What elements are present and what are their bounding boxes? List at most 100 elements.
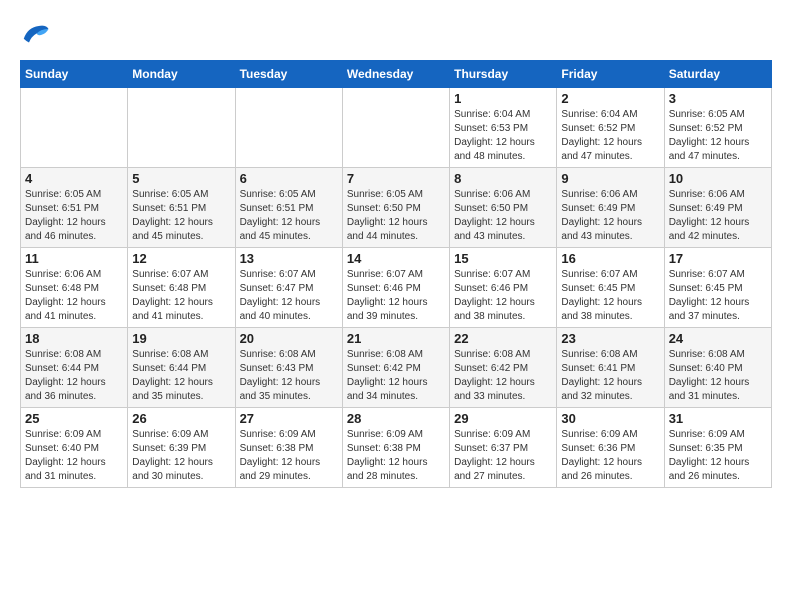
day-header-monday: Monday [128,61,235,88]
day-cell: 9Sunrise: 6:06 AM Sunset: 6:49 PM Daylig… [557,168,664,248]
day-number: 12 [132,251,230,266]
day-number: 14 [347,251,445,266]
day-info: Sunrise: 6:05 AM Sunset: 6:52 PM Dayligh… [669,108,767,164]
day-info: Sunrise: 6:09 AM Sunset: 6:37 PM Dayligh… [454,428,552,484]
day-cell: 7 Sunrise: 6:05 AM Sunset: 6:50 PM Daylig… [342,168,449,248]
day-cell: 31 Sunrise: 6:09 AM Sunset: 6:35 PM Dayli… [664,408,771,488]
day-cell: 27Sunrise: 6:09 AM Sunset: 6:38 PM Dayli… [235,408,342,488]
calendar-table: SundayMondayTuesdayWednesdayThursdayFrid… [20,60,772,488]
day-cell: 5 Sunrise: 6:05 AM Sunset: 6:51 PM Daylig… [128,168,235,248]
day-info: Sunrise: 6:08 AM Sunset: 6:43 PM Dayligh… [240,348,338,404]
day-cell: 14 Sunrise: 6:07 AM Sunset: 6:46 PM Dayli… [342,248,449,328]
day-cell: 3 Sunrise: 6:05 AM Sunset: 6:52 PM Daylig… [664,88,771,168]
day-number: 5 [132,171,230,186]
week-row-2: 4 Sunrise: 6:05 AM Sunset: 6:51 PM Daylig… [21,168,772,248]
day-cell: 12 Sunrise: 6:07 AM Sunset: 6:48 PM Dayli… [128,248,235,328]
week-row-3: 11Sunrise: 6:06 AM Sunset: 6:48 PM Dayli… [21,248,772,328]
day-cell: 15 Sunrise: 6:07 AM Sunset: 6:46 PM Dayli… [450,248,557,328]
day-header-sunday: Sunday [21,61,128,88]
day-number: 2 [561,91,659,106]
day-number: 26 [132,411,230,426]
day-info: Sunrise: 6:06 AM Sunset: 6:49 PM Dayligh… [669,188,767,244]
day-info: Sunrise: 6:07 AM Sunset: 6:45 PM Dayligh… [561,268,659,324]
day-number: 9 [561,171,659,186]
day-header-friday: Friday [557,61,664,88]
header [20,20,772,50]
day-cell [128,88,235,168]
day-info: Sunrise: 6:05 AM Sunset: 6:51 PM Dayligh… [132,188,230,244]
day-info: Sunrise: 6:08 AM Sunset: 6:40 PM Dayligh… [669,348,767,404]
day-header-thursday: Thursday [450,61,557,88]
day-number: 24 [669,331,767,346]
day-number: 30 [561,411,659,426]
day-cell [235,88,342,168]
day-number: 23 [561,331,659,346]
day-cell: 23 Sunrise: 6:08 AM Sunset: 6:41 PM Dayli… [557,328,664,408]
day-cell: 18 Sunrise: 6:08 AM Sunset: 6:44 PM Dayli… [21,328,128,408]
day-info: Sunrise: 6:08 AM Sunset: 6:41 PM Dayligh… [561,348,659,404]
day-number: 3 [669,91,767,106]
day-info: Sunrise: 6:09 AM Sunset: 6:35 PM Dayligh… [669,428,767,484]
day-number: 7 [347,171,445,186]
day-info: Sunrise: 6:09 AM Sunset: 6:36 PM Dayligh… [561,428,659,484]
day-header-tuesday: Tuesday [235,61,342,88]
day-header-saturday: Saturday [664,61,771,88]
day-info: Sunrise: 6:08 AM Sunset: 6:44 PM Dayligh… [25,348,123,404]
day-number: 31 [669,411,767,426]
day-info: Sunrise: 6:09 AM Sunset: 6:38 PM Dayligh… [347,428,445,484]
day-number: 18 [25,331,123,346]
day-number: 19 [132,331,230,346]
day-number: 29 [454,411,552,426]
day-number: 17 [669,251,767,266]
day-info: Sunrise: 6:07 AM Sunset: 6:45 PM Dayligh… [669,268,767,324]
day-info: Sunrise: 6:04 AM Sunset: 6:53 PM Dayligh… [454,108,552,164]
logo [20,20,52,50]
day-number: 16 [561,251,659,266]
day-info: Sunrise: 6:08 AM Sunset: 6:42 PM Dayligh… [347,348,445,404]
week-row-4: 18 Sunrise: 6:08 AM Sunset: 6:44 PM Dayli… [21,328,772,408]
day-cell: 2 Sunrise: 6:04 AM Sunset: 6:52 PM Daylig… [557,88,664,168]
day-info: Sunrise: 6:09 AM Sunset: 6:39 PM Dayligh… [132,428,230,484]
day-number: 1 [454,91,552,106]
day-cell [21,88,128,168]
day-cell: 17 Sunrise: 6:07 AM Sunset: 6:45 PM Dayli… [664,248,771,328]
day-info: Sunrise: 6:07 AM Sunset: 6:47 PM Dayligh… [240,268,338,324]
day-info: Sunrise: 6:09 AM Sunset: 6:40 PM Dayligh… [25,428,123,484]
day-cell: 11Sunrise: 6:06 AM Sunset: 6:48 PM Dayli… [21,248,128,328]
day-cell: 10 Sunrise: 6:06 AM Sunset: 6:49 PM Dayli… [664,168,771,248]
page: SundayMondayTuesdayWednesdayThursdayFrid… [0,0,792,498]
day-number: 10 [669,171,767,186]
day-cell: 30 Sunrise: 6:09 AM Sunset: 6:36 PM Dayli… [557,408,664,488]
day-cell: 4 Sunrise: 6:05 AM Sunset: 6:51 PM Daylig… [21,168,128,248]
day-number: 28 [347,411,445,426]
day-cell: 28 Sunrise: 6:09 AM Sunset: 6:38 PM Dayli… [342,408,449,488]
day-info: Sunrise: 6:07 AM Sunset: 6:46 PM Dayligh… [454,268,552,324]
week-row-1: 1 Sunrise: 6:04 AM Sunset: 6:53 PM Daylig… [21,88,772,168]
day-number: 8 [454,171,552,186]
day-info: Sunrise: 6:05 AM Sunset: 6:51 PM Dayligh… [240,188,338,244]
day-info: Sunrise: 6:07 AM Sunset: 6:48 PM Dayligh… [132,268,230,324]
day-number: 4 [25,171,123,186]
day-cell: 24 Sunrise: 6:08 AM Sunset: 6:40 PM Dayli… [664,328,771,408]
day-cell: 13 Sunrise: 6:07 AM Sunset: 6:47 PM Dayli… [235,248,342,328]
day-number: 20 [240,331,338,346]
day-info: Sunrise: 6:05 AM Sunset: 6:50 PM Dayligh… [347,188,445,244]
day-number: 13 [240,251,338,266]
day-number: 27 [240,411,338,426]
day-info: Sunrise: 6:05 AM Sunset: 6:51 PM Dayligh… [25,188,123,244]
day-cell: 22Sunrise: 6:08 AM Sunset: 6:42 PM Dayli… [450,328,557,408]
day-cell: 21 Sunrise: 6:08 AM Sunset: 6:42 PM Dayli… [342,328,449,408]
day-number: 6 [240,171,338,186]
day-info: Sunrise: 6:04 AM Sunset: 6:52 PM Dayligh… [561,108,659,164]
week-row-5: 25Sunrise: 6:09 AM Sunset: 6:40 PM Dayli… [21,408,772,488]
day-header-wednesday: Wednesday [342,61,449,88]
day-info: Sunrise: 6:07 AM Sunset: 6:46 PM Dayligh… [347,268,445,324]
day-number: 11 [25,251,123,266]
day-number: 21 [347,331,445,346]
day-cell: 26 Sunrise: 6:09 AM Sunset: 6:39 PM Dayli… [128,408,235,488]
day-info: Sunrise: 6:06 AM Sunset: 6:50 PM Dayligh… [454,188,552,244]
day-cell: 16 Sunrise: 6:07 AM Sunset: 6:45 PM Dayli… [557,248,664,328]
header-row: SundayMondayTuesdayWednesdayThursdayFrid… [21,61,772,88]
day-number: 15 [454,251,552,266]
day-cell: 19Sunrise: 6:08 AM Sunset: 6:44 PM Dayli… [128,328,235,408]
